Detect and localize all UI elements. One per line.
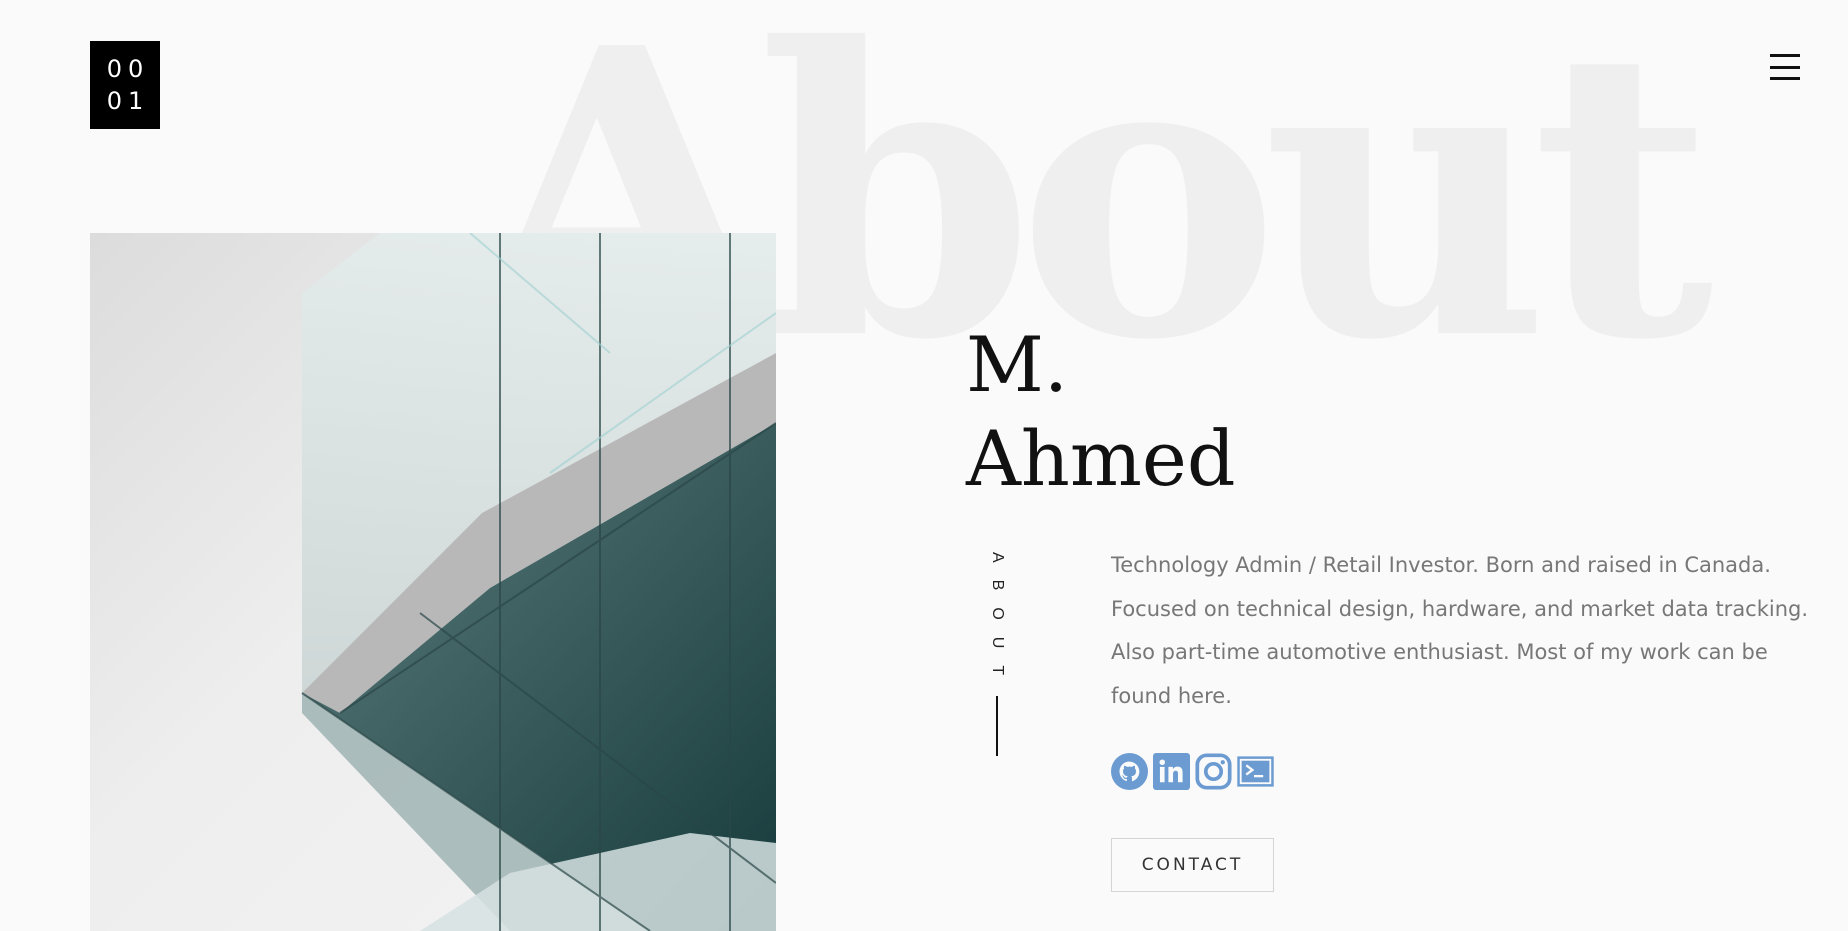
profile-name: M. Ahmed (966, 318, 1236, 506)
menu-bar (1770, 65, 1800, 69)
github-icon[interactable] (1111, 753, 1148, 790)
name-line-1: M. (966, 320, 1068, 409)
section-label-text: ABOUT (989, 552, 1006, 693)
contact-button[interactable]: CONTACT (1111, 838, 1274, 892)
name-line-2: Ahmed (966, 414, 1236, 503)
social-links (1111, 753, 1274, 790)
logo-line-1: 00 (106, 55, 150, 83)
terminal-icon[interactable] (1237, 753, 1274, 790)
bio-text: Technology Admin / Retail Investor. Born… (1111, 553, 1809, 708)
instagram-icon[interactable] (1195, 753, 1232, 790)
menu-bar (1770, 77, 1800, 80)
about-page: About 00 01 M. Ahmed ABOUT Technology Ad… (0, 0, 1848, 931)
logo[interactable]: 00 01 (90, 41, 160, 129)
hamburger-menu-icon[interactable] (1770, 54, 1800, 80)
linkedin-icon[interactable] (1153, 753, 1190, 790)
section-divider (996, 696, 998, 757)
section-label: ABOUT (988, 552, 1006, 757)
building-photo (90, 233, 776, 931)
logo-line-2: 01 (106, 87, 150, 115)
menu-bar (1770, 54, 1800, 57)
